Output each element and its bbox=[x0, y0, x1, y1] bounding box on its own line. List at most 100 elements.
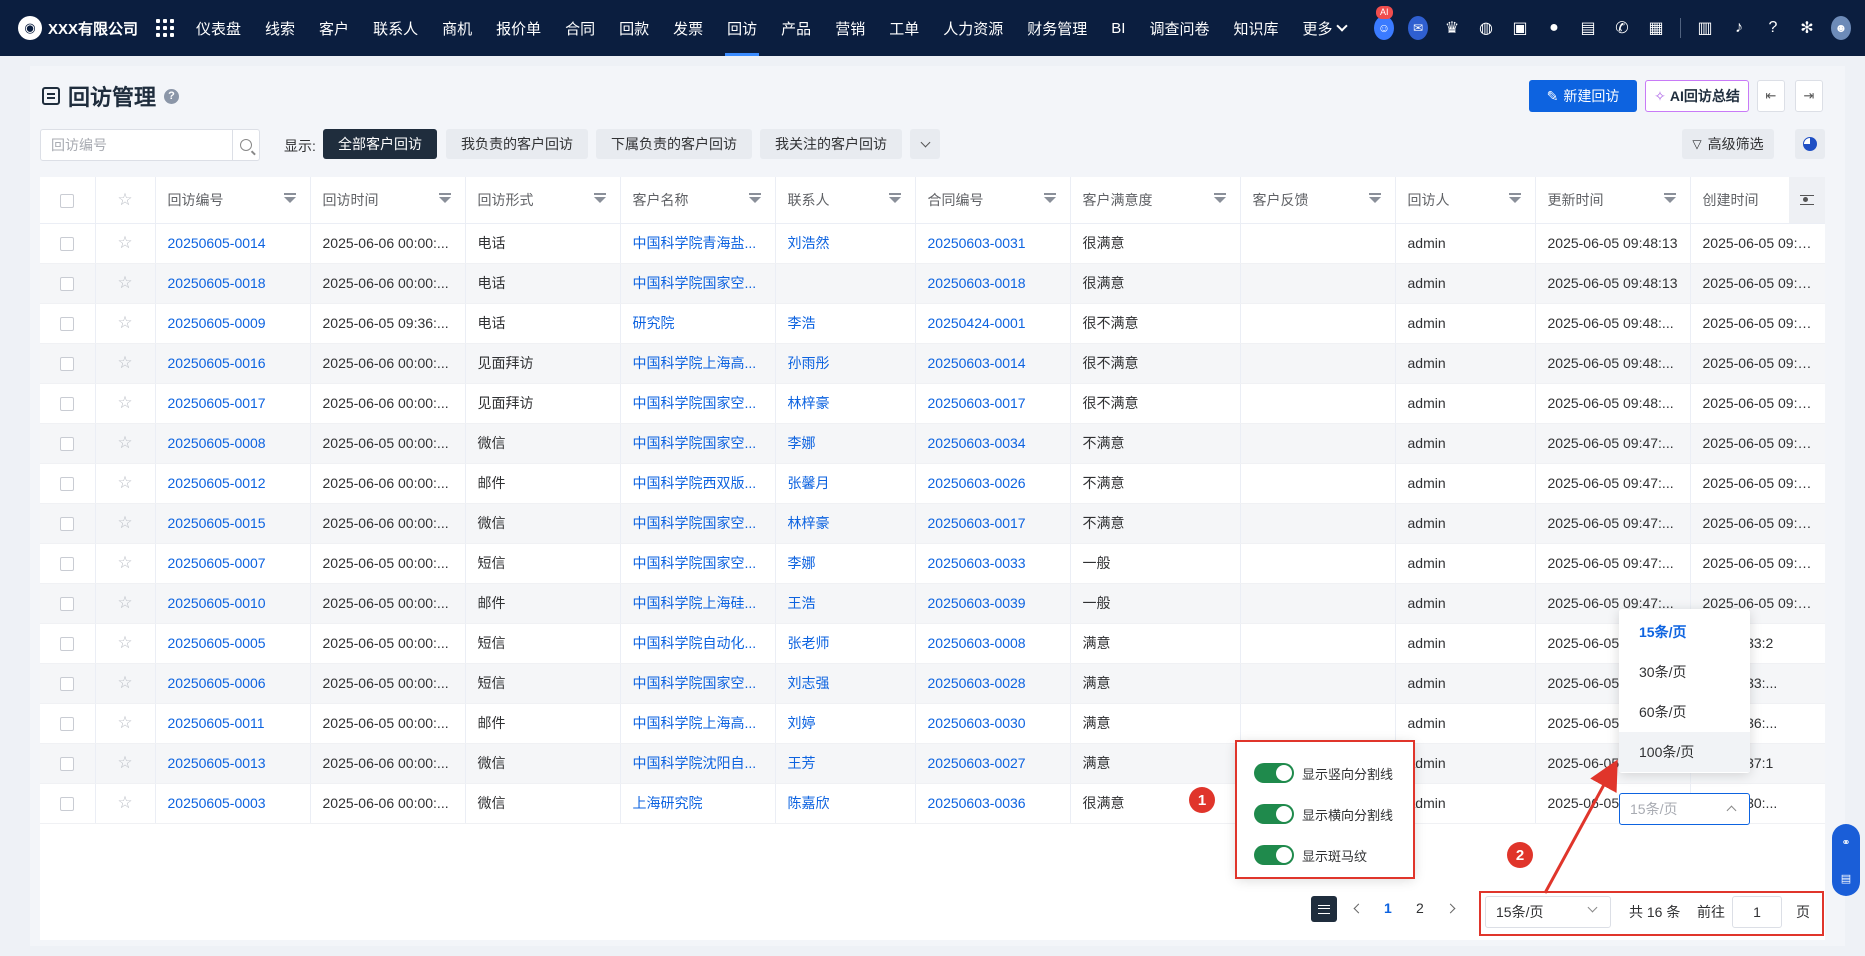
star-icon[interactable]: ☆ bbox=[117, 793, 132, 812]
nav-item-11[interactable]: 营销 bbox=[823, 0, 877, 56]
table-cell-3[interactable]: 中国科学院国家空... bbox=[620, 383, 776, 424]
nav-item-1[interactable]: 线索 bbox=[253, 0, 307, 56]
row-checkbox[interactable] bbox=[60, 237, 75, 252]
new-visit-button[interactable]: ✎ 新建回访 bbox=[1529, 80, 1637, 112]
calendar-icon[interactable]: ▦ bbox=[1646, 18, 1666, 38]
column-header-1[interactable]: 回访时间 bbox=[310, 177, 466, 224]
table-row[interactable]: ☆ 20250605-0018 2025-06-06 00:00:... 电话 中国科学… bbox=[40, 263, 1825, 304]
apps-grid-icon[interactable] bbox=[156, 19, 175, 37]
table-cell-5[interactable]: 20250603-0033 bbox=[915, 543, 1071, 584]
column-header-0[interactable]: 回访编号 bbox=[155, 177, 311, 224]
star-icon[interactable]: ☆ bbox=[117, 713, 132, 732]
table-cell-3[interactable]: 中国科学院国家空... bbox=[620, 423, 776, 464]
table-cell-5[interactable]: 20250603-0026 bbox=[915, 463, 1071, 504]
page-size-select-open[interactable]: 15条/页 bbox=[1619, 793, 1750, 825]
table-row[interactable]: ☆ 20250605-0012 2025-06-06 00:00:... 邮件 中国科学… bbox=[40, 463, 1825, 504]
column-header-7[interactable]: 客户反馈 bbox=[1240, 177, 1396, 224]
row-checkbox[interactable] bbox=[60, 717, 75, 732]
star-icon[interactable]: ☆ bbox=[117, 353, 132, 372]
table-row[interactable]: ☆ 20250605-0017 2025-06-06 00:00:... 见面拜访 中国… bbox=[40, 383, 1825, 424]
table-cell-4[interactable]: 刘志强 bbox=[775, 663, 916, 704]
row-checkbox[interactable] bbox=[60, 517, 75, 532]
column-filter-icon[interactable] bbox=[1508, 193, 1521, 203]
nav-item-10[interactable]: 产品 bbox=[769, 0, 823, 56]
brand-logo[interactable]: ◉ XXX有限公司 bbox=[18, 16, 138, 40]
nav-item-0[interactable]: 仪表盘 bbox=[184, 0, 253, 56]
table-cell-0[interactable]: 20250605-0009 bbox=[155, 303, 311, 344]
column-filter-icon[interactable] bbox=[283, 193, 296, 203]
table-cell-3[interactable]: 中国科学院国家空... bbox=[620, 503, 776, 544]
table-cell-4[interactable]: 刘婷 bbox=[775, 703, 916, 744]
star-icon[interactable]: ☆ bbox=[117, 393, 132, 412]
table-cell-4[interactable]: 王芳 bbox=[775, 743, 916, 784]
table-cell-4[interactable]: 陈嘉欣 bbox=[775, 783, 916, 824]
question-icon[interactable]: ? bbox=[164, 88, 180, 104]
star-icon[interactable]: ☆ bbox=[117, 233, 132, 252]
search-input[interactable] bbox=[41, 130, 232, 160]
chat-icon[interactable]: ✉ bbox=[1408, 16, 1428, 40]
trophy-icon[interactable]: ♛ bbox=[1442, 18, 1462, 38]
table-cell-5[interactable]: 20250603-0028 bbox=[915, 663, 1071, 704]
table-cell-3[interactable]: 上海研究院 bbox=[620, 783, 776, 824]
table-cell-4[interactable]: 张馨月 bbox=[775, 463, 916, 504]
table-cell-5[interactable]: 20250603-0027 bbox=[915, 743, 1071, 784]
column-filter-icon[interactable] bbox=[438, 193, 451, 203]
table-cell-4[interactable] bbox=[775, 263, 916, 304]
table-cell-0[interactable]: 20250605-0014 bbox=[155, 223, 311, 264]
table-cell-3[interactable]: 中国科学院上海高... bbox=[620, 343, 776, 384]
row-checkbox[interactable] bbox=[60, 757, 75, 772]
table-cell-5[interactable]: 20250603-0030 bbox=[915, 703, 1071, 744]
page-size-option-60[interactable]: 60条/页 bbox=[1619, 692, 1750, 732]
table-cell-3[interactable]: 中国科学院西双版... bbox=[620, 463, 776, 504]
segment-followed[interactable]: 我关注的客户回访 bbox=[760, 129, 902, 159]
nav-item-12[interactable]: 工单 bbox=[877, 0, 931, 56]
ai-assistant-icon[interactable]: ☺ AI bbox=[1374, 6, 1394, 40]
calendar-check-icon[interactable]: ▣ bbox=[1510, 18, 1530, 38]
nav-item-9[interactable]: 回访 bbox=[715, 0, 769, 56]
table-row[interactable]: ☆ 20250605-0006 2025-06-05 00:00:... 短信 中国科学… bbox=[40, 663, 1825, 704]
table-cell-3[interactable]: 中国科学院沈阳自... bbox=[620, 743, 776, 784]
table-cell-3[interactable]: 中国科学院上海硅... bbox=[620, 583, 776, 624]
column-header-8[interactable]: 回访人 bbox=[1395, 177, 1536, 224]
document-icon[interactable]: ▤ bbox=[1578, 18, 1598, 38]
page-size-select[interactable]: 15条/页 bbox=[1485, 896, 1611, 928]
row-checkbox[interactable] bbox=[60, 317, 75, 332]
table-row[interactable]: ☆ 20250605-0003 2025-06-06 00:00:... 微信 上海研究… bbox=[40, 783, 1825, 824]
column-filter-icon[interactable] bbox=[1368, 193, 1381, 203]
row-checkbox[interactable] bbox=[60, 637, 75, 652]
column-filter-icon[interactable] bbox=[1043, 193, 1056, 203]
row-checkbox[interactable] bbox=[60, 277, 75, 292]
row-checkbox[interactable] bbox=[60, 357, 75, 372]
table-cell-5[interactable]: 20250603-0036 bbox=[915, 783, 1071, 824]
table-cell-5[interactable]: 20250603-0008 bbox=[915, 623, 1071, 664]
nav-item-7[interactable]: 回款 bbox=[607, 0, 661, 56]
table-cell-5[interactable]: 20250603-0017 bbox=[915, 503, 1071, 544]
column-filter-icon[interactable] bbox=[888, 193, 901, 203]
table-cell-4[interactable]: 张老师 bbox=[775, 623, 916, 664]
nav-item-6[interactable]: 合同 bbox=[553, 0, 607, 56]
export-icon[interactable]: ⇥ bbox=[1795, 80, 1823, 112]
table-cell-0[interactable]: 20250605-0017 bbox=[155, 383, 311, 424]
table-row[interactable]: ☆ 20250605-0015 2025-06-06 00:00:... 微信 中国科学… bbox=[40, 503, 1825, 544]
page-size-option-15[interactable]: 15条/页 bbox=[1619, 612, 1750, 652]
page-size-option-30[interactable]: 30条/页 bbox=[1619, 652, 1750, 692]
table-cell-5[interactable]: 20250603-0018 bbox=[915, 263, 1071, 304]
avatar[interactable]: ☻ bbox=[1831, 16, 1851, 40]
table-cell-4[interactable]: 李浩 bbox=[775, 303, 916, 344]
pager-layout-button[interactable] bbox=[1311, 896, 1337, 922]
star-icon[interactable]: ☆ bbox=[117, 593, 132, 612]
table-row[interactable]: ☆ 20250605-0013 2025-06-06 00:00:... 微信 中国科学… bbox=[40, 743, 1825, 784]
star-icon[interactable]: ☆ bbox=[117, 433, 132, 452]
column-settings-button[interactable] bbox=[1789, 177, 1825, 223]
table-cell-4[interactable]: 林梓豪 bbox=[775, 383, 916, 424]
segment-subordinate[interactable]: 下属负责的客户回访 bbox=[596, 129, 752, 159]
row-checkbox[interactable] bbox=[60, 557, 75, 572]
report-icon[interactable]: ▥ bbox=[1695, 18, 1715, 38]
column-filter-icon[interactable] bbox=[593, 193, 606, 203]
column-filter-icon[interactable] bbox=[1663, 193, 1676, 203]
table-cell-3[interactable]: 中国科学院国家空... bbox=[620, 663, 776, 704]
star-icon[interactable]: ☆ bbox=[117, 673, 132, 692]
table-cell-0[interactable]: 20250605-0006 bbox=[155, 663, 311, 704]
star-icon[interactable]: ☆ bbox=[117, 473, 132, 492]
page-size-option-100[interactable]: 100条/页 bbox=[1619, 732, 1750, 772]
